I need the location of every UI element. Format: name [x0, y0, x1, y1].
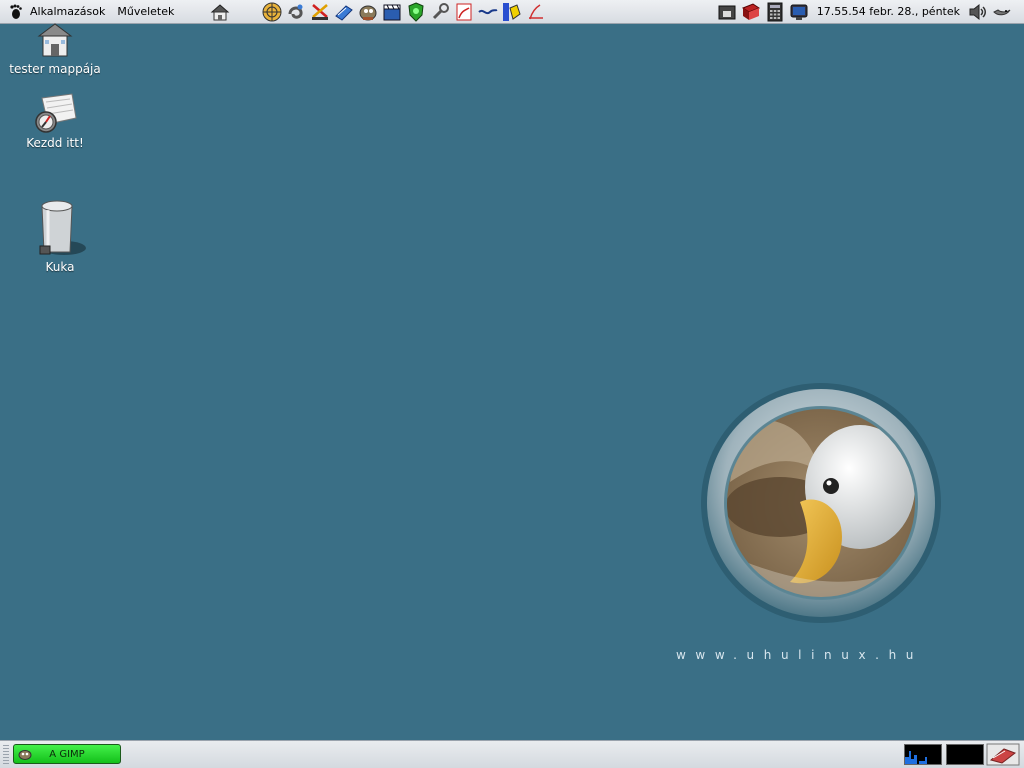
- launcher-security[interactable]: [406, 1, 426, 22]
- trash-icon: [39, 200, 86, 255]
- desktop-icon-label: tester mappája: [9, 62, 101, 76]
- gnome-foot-icon[interactable]: [6, 3, 24, 21]
- home-icon: [211, 3, 230, 20]
- tray-system-monitor[interactable]: [789, 2, 809, 22]
- desktop-icon-label: Kezdd itt!: [26, 136, 84, 150]
- lock-screen-icon: [718, 5, 736, 19]
- launcher-gimp[interactable]: [358, 2, 378, 22]
- desktop-icon-home[interactable]: tester mappája: [5, 22, 105, 76]
- wallpaper-url-text: www.uhulinux.hu: [676, 648, 923, 662]
- clapperboard-icon: [383, 4, 401, 20]
- launcher-email[interactable]: [286, 2, 306, 22]
- chat-icon: [503, 2, 521, 21]
- cpu-load-graph[interactable]: [904, 744, 942, 765]
- home-folder-icon: [37, 23, 73, 57]
- launcher-settings[interactable]: [430, 2, 450, 22]
- pdf-icon: [456, 3, 472, 20]
- panel-drag-handle[interactable]: [3, 745, 9, 764]
- tray-volume[interactable]: [968, 2, 988, 22]
- globe-icon: [262, 2, 282, 21]
- tray-calculator[interactable]: [765, 2, 785, 22]
- launcher-chat[interactable]: [502, 2, 522, 22]
- actions-menu[interactable]: Műveletek: [111, 0, 180, 24]
- speaker-icon: [969, 3, 986, 20]
- top-panel: Alkalmazások Műveletek 17.55.54 febr. 28…: [0, 0, 1024, 24]
- book-icon: [741, 2, 760, 20]
- workspace-switcher[interactable]: [946, 744, 984, 765]
- start-here-icon: [35, 93, 77, 133]
- bottom-panel: A GIMP: [0, 740, 1024, 768]
- launcher-tools[interactable]: [310, 2, 330, 22]
- tray-dictionary[interactable]: [741, 2, 761, 22]
- show-desktop-icon[interactable]: [986, 743, 1020, 766]
- launcher-browser[interactable]: [262, 2, 282, 22]
- launcher-pdf[interactable]: [454, 2, 474, 22]
- wallpaper-owl-logo: [700, 382, 942, 624]
- desktop-icon-label: Kuka: [45, 260, 75, 274]
- monitor-icon: [790, 4, 808, 20]
- wave-icon: [478, 8, 498, 14]
- shield-icon: [408, 1, 424, 22]
- launcher-office[interactable]: [334, 2, 354, 22]
- bird-icon: [993, 8, 1011, 15]
- clock[interactable]: 17.55.54 febr. 28., péntek: [811, 5, 966, 18]
- home-launcher[interactable]: [210, 2, 230, 22]
- cpu-graph-icon: [905, 751, 927, 764]
- calculator-icon: [767, 2, 783, 21]
- launcher-pen[interactable]: [526, 2, 546, 22]
- taskbar-button-gimp[interactable]: A GIMP: [13, 744, 121, 764]
- launcher-bar: [260, 1, 548, 22]
- gimp-window-icon: [18, 750, 32, 760]
- desktop-icon-start-here[interactable]: Kezdd itt!: [5, 92, 105, 150]
- desktop-icon-trash[interactable]: Kuka: [10, 198, 110, 274]
- gimp-icon: [359, 5, 377, 20]
- pen-icon: [529, 3, 544, 19]
- taskbar-button-label: A GIMP: [49, 748, 85, 760]
- applications-menu[interactable]: Alkalmazások: [24, 0, 111, 24]
- wrench-icon: [433, 2, 450, 19]
- tray-notification[interactable]: [992, 2, 1012, 22]
- launcher-network[interactable]: [478, 2, 498, 22]
- launcher-video[interactable]: [382, 2, 402, 22]
- tray-lock[interactable]: [717, 2, 737, 22]
- writer-icon: [335, 4, 354, 21]
- scissors-icon: [312, 3, 329, 20]
- evolution-icon: [288, 4, 303, 19]
